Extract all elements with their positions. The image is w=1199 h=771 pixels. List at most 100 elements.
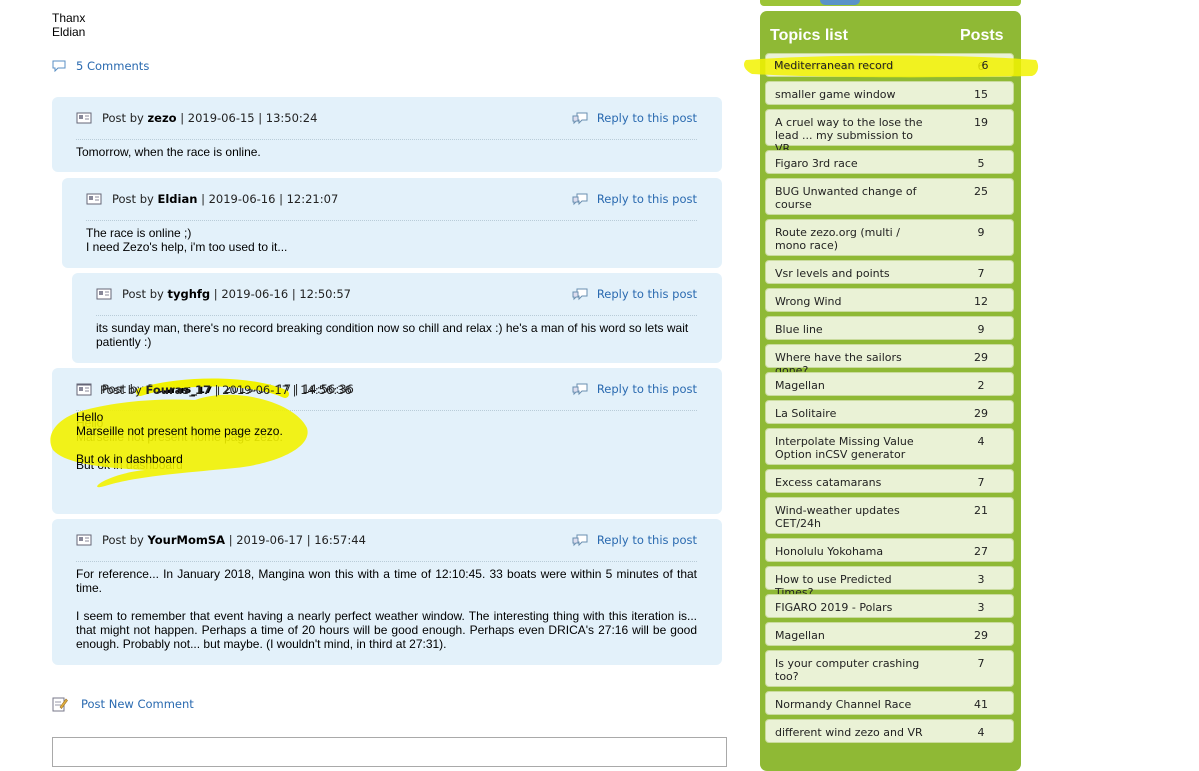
reply-label[interactable]: Reply to this post [597, 287, 697, 301]
post-icon [76, 534, 92, 546]
post-datetime: | 2019-06-17 | 14:56:36 [214, 383, 352, 397]
post-author[interactable]: zezo [147, 111, 176, 125]
topic-item[interactable]: Wrong Wind 12 [765, 288, 1014, 312]
topic-count: 15 [974, 88, 988, 101]
topic-name[interactable]: Magellan [775, 629, 930, 642]
topic-item[interactable]: How to use Predicted Times? 3 [765, 566, 1014, 599]
post-by-label: Post by [102, 111, 144, 125]
reply-button[interactable]: Reply to this post [571, 111, 697, 125]
topic-item[interactable]: Magellan 29 [765, 622, 1014, 646]
topic-item[interactable]: La Solitaire 29 [765, 400, 1014, 424]
edit-note-icon [52, 697, 68, 712]
topic-item[interactable]: smaller game window 15 [765, 81, 1014, 105]
post-text: Marseille not present home page zezo. [76, 424, 283, 438]
topic-name[interactable]: Route zezo.org (multi / mono race) [775, 226, 930, 252]
topic-item[interactable]: different wind zezo and VR 4 [765, 719, 1014, 743]
topic-name[interactable]: Normandy Channel Race [775, 698, 930, 711]
topic-item[interactable]: Normandy Channel Race 41 [765, 691, 1014, 715]
post-body: For reference... In January 2018, Mangin… [76, 562, 697, 651]
highlighted-post-text: Hello Marseille not present home page ze… [76, 410, 283, 466]
post-card: Post by Eldian | 2019-06-16 | 12:21:07 R… [62, 178, 722, 268]
post-icon [76, 384, 92, 396]
topic-item[interactable]: A cruel way to the lose the lead ... my … [765, 109, 1014, 155]
topic-count: 3 [977, 573, 985, 586]
post-text: its sunday man, there's no record breaki… [96, 321, 689, 349]
topic-count: 21 [974, 504, 988, 517]
post-new-comment-label[interactable]: Post New Comment [81, 697, 194, 711]
highlighted-post-meta: Post by Fouras_17 | 2019-06-17 | 14:56:3… [76, 383, 352, 397]
topic-name[interactable]: La Solitaire [775, 407, 930, 420]
topic-count: 27 [974, 545, 988, 558]
topic-name[interactable]: Wind-weather updates CET/24h [775, 504, 930, 530]
topic-item[interactable]: Vsr levels and points 7 [765, 260, 1014, 284]
topic-item[interactable]: Is your computer crashing too? 7 [765, 650, 1014, 687]
post-text: I need Zezo's help, i'm too used to it..… [86, 240, 288, 254]
post-author[interactable]: Eldian [157, 192, 197, 206]
topic-item[interactable]: Wind-weather updates CET/24h 21 [765, 497, 1014, 534]
topic-item[interactable]: Interpolate Missing Value Option inCSV g… [765, 428, 1014, 465]
post-by-label: Post by [112, 192, 154, 206]
topic-name[interactable]: smaller game window [775, 88, 930, 101]
reply-button[interactable]: Reply to this post [571, 533, 697, 547]
topic-item[interactable]: BUG Unwanted change of course 25 [765, 178, 1014, 215]
highlighted-topic[interactable]: Mediterranean record 6 [774, 59, 1023, 72]
topic-item[interactable]: Magellan 2 [765, 372, 1014, 396]
topic-name[interactable]: FIGARO 2019 - Polars [775, 601, 930, 614]
topic-name[interactable]: Excess catamarans [775, 476, 930, 489]
topic-name[interactable]: different wind zezo and VR [775, 726, 930, 739]
comments-count-label[interactable]: 5 Comments [76, 59, 149, 73]
intro-line-1: Thanx [52, 11, 86, 25]
comment-textarea[interactable] [52, 737, 727, 767]
reply-button[interactable]: Reply to this post [571, 192, 697, 206]
topic-count: 7 [977, 476, 985, 489]
reply-icon [572, 193, 588, 206]
post-text: The race is online ;) [86, 226, 192, 240]
topic-name[interactable]: Mediterranean record [774, 59, 893, 72]
post-card: Post by tyghfg | 2019-06-16 | 12:50:57 R… [72, 273, 722, 363]
post-text: I seem to remember that event having a n… [76, 609, 697, 651]
topic-count: 41 [974, 698, 988, 711]
reply-label[interactable]: Reply to this post [597, 192, 697, 206]
topic-name[interactable]: Is your computer crashing too? [775, 657, 930, 683]
topic-name[interactable]: Blue line [775, 323, 930, 336]
topic-count: 4 [977, 435, 985, 448]
topic-name[interactable]: Wrong Wind [775, 295, 930, 308]
topic-item[interactable]: Where have the sailors gone? 29 [765, 344, 1014, 377]
topic-name[interactable]: Figaro 3rd race [775, 157, 930, 170]
post-meta: Post by Eldian | 2019-06-16 | 12:21:07 [112, 192, 338, 206]
reply-label[interactable]: Reply to this post [597, 533, 697, 547]
post-body: its sunday man, there's no record breaki… [96, 316, 697, 349]
reply-label[interactable]: Reply to this post [597, 111, 697, 125]
topic-count: 3 [977, 601, 985, 614]
reply-button[interactable]: Reply to this post [571, 382, 697, 396]
post-author[interactable]: tyghfg [167, 287, 210, 301]
comments-count-link[interactable]: 5 Comments [52, 58, 149, 74]
post-meta: Post by zezo | 2019-06-15 | 13:50:24 [102, 111, 317, 125]
reply-label[interactable]: Reply to this post [597, 382, 697, 396]
post-new-comment-link[interactable]: Post New Comment [52, 695, 194, 713]
post-body: The race is online ;) I need Zezo's help… [86, 221, 697, 254]
post-text: For reference... In January 2018, Mangin… [76, 567, 697, 595]
topic-item[interactable]: Figaro 3rd race 5 [765, 150, 1014, 174]
topic-item[interactable]: FIGARO 2019 - Polars 3 [765, 594, 1014, 618]
topic-name[interactable]: Interpolate Missing Value Option inCSV g… [775, 435, 930, 461]
topic-item[interactable]: Route zezo.org (multi / mono race) 9 [765, 219, 1014, 256]
post-meta: Post by YourMomSA | 2019-06-17 | 16:57:4… [102, 533, 366, 547]
topic-name[interactable]: BUG Unwanted change of course [775, 185, 930, 211]
topic-name[interactable]: Magellan [775, 379, 930, 392]
topic-item[interactable]: Honolulu Yokohama 27 [765, 538, 1014, 562]
topic-count: 7 [977, 267, 985, 280]
post-author[interactable]: YourMomSA [147, 533, 225, 547]
topic-item[interactable]: Blue line 9 [765, 316, 1014, 340]
topic-count: 29 [974, 351, 988, 364]
topic-name[interactable]: Vsr levels and points [775, 267, 930, 280]
topic-count: 2 [977, 379, 985, 392]
sidebar-top-strip [760, 0, 1021, 6]
sidebar-tab-accent [820, 0, 860, 5]
topic-item[interactable]: Excess catamarans 7 [765, 469, 1014, 493]
topic-count: 19 [974, 116, 988, 129]
topic-name[interactable]: Honolulu Yokohama [775, 545, 930, 558]
post-author[interactable]: Fouras_17 [145, 383, 211, 397]
reply-button[interactable]: Reply to this post [571, 287, 697, 301]
